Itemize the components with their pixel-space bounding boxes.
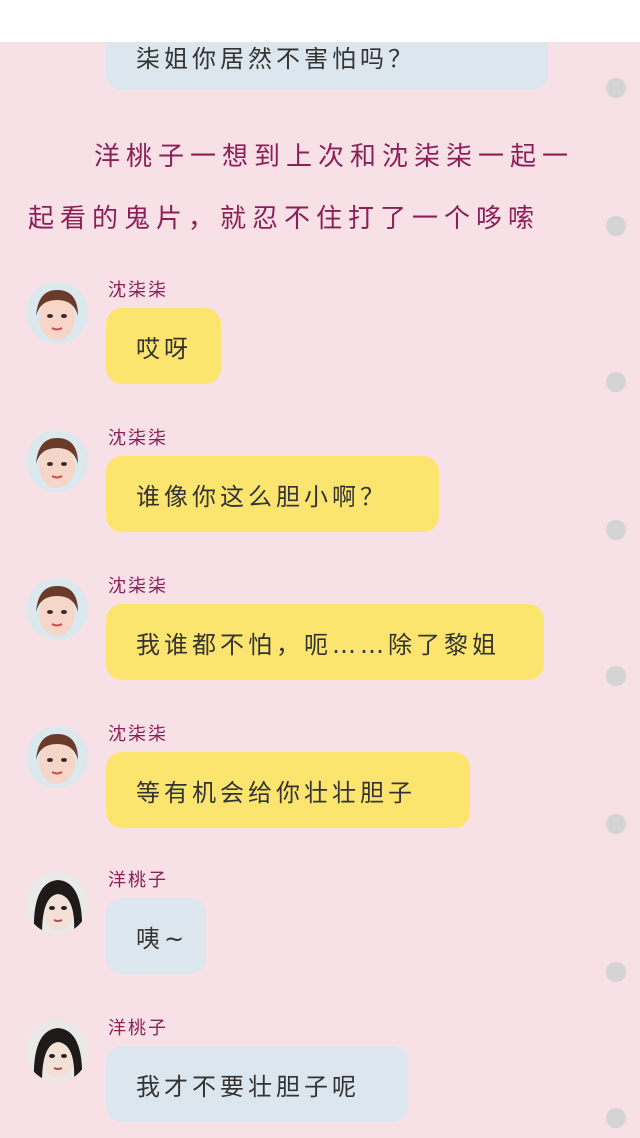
message-bubble: 谁像你这么胆小啊？ — [106, 456, 439, 532]
avatar-shen-qiqi-icon[interactable] — [26, 282, 88, 344]
message-bubble: 咦~ — [106, 898, 206, 974]
scroll-dot-icon[interactable] — [606, 372, 626, 392]
scroll-dot-icon[interactable] — [606, 520, 626, 540]
scroll-dot-icon[interactable] — [606, 962, 626, 982]
sender-name: 沈柒柒 — [108, 576, 168, 597]
scroll-dot-icon[interactable] — [606, 814, 626, 834]
sender-name: 沈柒柒 — [108, 280, 168, 301]
message-text: 等有机会给你壮壮胆子 — [136, 778, 416, 807]
avatar-shen-qiqi-icon[interactable] — [26, 430, 88, 492]
avatar-shen-qiqi-icon[interactable] — [26, 578, 88, 640]
message-bubble: 我谁都不怕，呃……除了黎姐 — [106, 604, 544, 680]
avatar-shen-qiqi-icon[interactable] — [26, 726, 88, 788]
narration-line-1: 洋桃子一想到上次和沈柒柒一起一 — [94, 142, 575, 172]
avatar-yang-taozi-icon[interactable] — [26, 872, 88, 934]
sender-name: 沈柒柒 — [108, 724, 168, 745]
sender-name: 沈柒柒 — [108, 428, 168, 449]
message-bubble: 等有机会给你壮壮胆子 — [106, 752, 470, 828]
message-text: 咦~ — [136, 924, 189, 953]
message-text: 我谁都不怕，呃……除了黎姐 — [136, 630, 500, 659]
sender-name: 洋桃子 — [108, 1018, 168, 1039]
scroll-dot-icon[interactable] — [606, 78, 626, 98]
message-text: 我才不要壮胆子呢 — [136, 1072, 360, 1101]
narration-line-2: 起看的鬼片，就忍不住打了一个哆嗦 — [28, 204, 541, 234]
narration-text: 洋桃子一想到上次和沈柒柒一起一 起看的鬼片，就忍不住打了一个哆嗦 — [28, 126, 588, 250]
avatar-yang-taozi-icon[interactable] — [26, 1020, 88, 1082]
scroll-dot-icon[interactable] — [606, 1108, 626, 1128]
scroll-dot-icon[interactable] — [606, 216, 626, 236]
message-bubble: 我才不要壮胆子呢 — [106, 1046, 408, 1122]
sender-name: 洋桃子 — [108, 870, 168, 891]
message-text: 谁像你这么胆小啊？ — [136, 482, 388, 511]
message-text: 柒姐你居然不害怕吗？ — [136, 44, 416, 73]
message-text: 哎呀 — [136, 334, 192, 363]
scroll-dot-icon[interactable] — [606, 666, 626, 686]
message-bubble: 哎呀 — [106, 308, 221, 384]
status-bar-overlay — [0, 0, 640, 42]
